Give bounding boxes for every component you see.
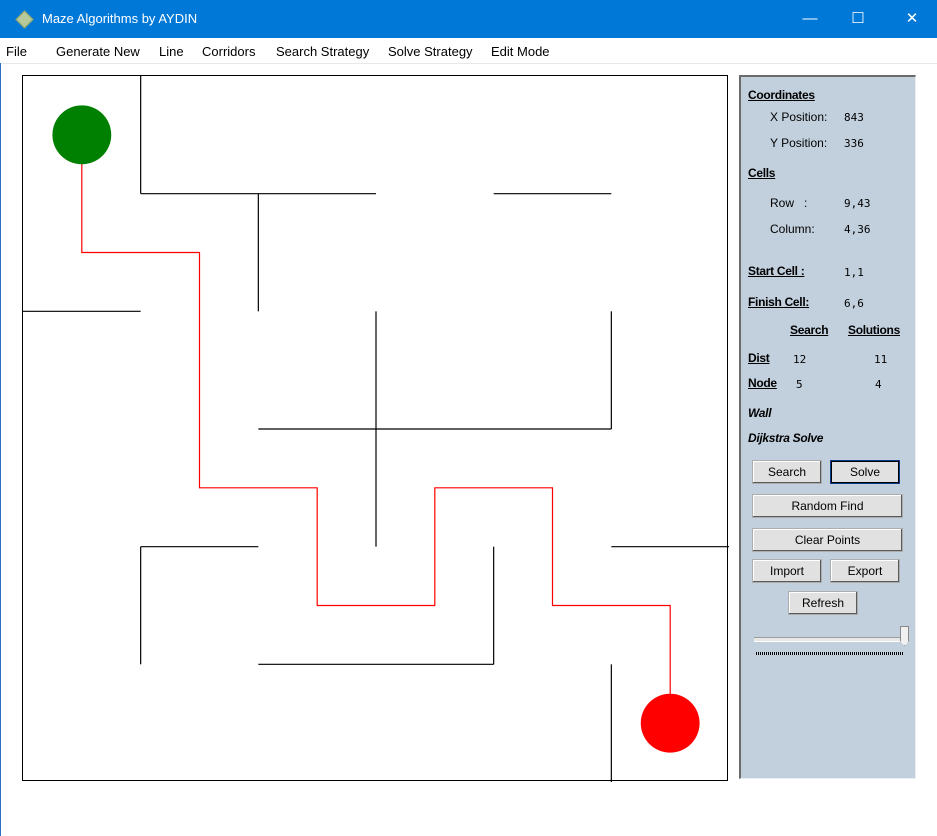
- window-title: Maze Algorithms by AYDIN: [42, 11, 198, 26]
- solutions-header: Solutions: [848, 323, 900, 337]
- menu-corridors[interactable]: Corridors: [202, 44, 255, 59]
- speed-slider-track[interactable]: [754, 637, 906, 642]
- close-button[interactable]: ✕: [889, 0, 935, 38]
- search-button[interactable]: Search: [752, 460, 822, 484]
- info-panel: Coordinates X Position: 843 Y Position: …: [739, 75, 916, 779]
- menu-bar: File Generate New Line Corridors Search …: [0, 38, 937, 64]
- search-header: Search: [790, 323, 829, 337]
- solve-strategy-text: Dijkstra Solve: [748, 431, 824, 445]
- column-label: Column:: [770, 222, 815, 236]
- x-position-label: X Position:: [770, 110, 828, 124]
- coordinates-title: Coordinates: [748, 88, 815, 102]
- maze-drawing[interactable]: [23, 76, 729, 782]
- dist-solution-value: 11: [874, 353, 888, 366]
- import-button[interactable]: Import: [752, 559, 822, 583]
- random-find-button[interactable]: Random Find: [752, 494, 903, 518]
- app-diamond-icon: [15, 10, 34, 29]
- row-value: 9,43: [844, 197, 871, 210]
- start-cell-value: 1,1: [844, 266, 864, 279]
- speed-slider-ticks: [756, 652, 904, 655]
- x-position-value: 843: [844, 111, 864, 124]
- minimize-button[interactable]: —: [787, 0, 833, 38]
- cells-title: Cells: [748, 166, 776, 180]
- export-button[interactable]: Export: [830, 559, 900, 583]
- clear-points-button[interactable]: Clear Points: [752, 528, 903, 552]
- refresh-button[interactable]: Refresh: [788, 591, 858, 615]
- finish-cell-value: 6,6: [844, 297, 864, 310]
- start-marker: [52, 105, 112, 165]
- node-solution-value: 4: [875, 378, 882, 391]
- finish-marker: [640, 693, 700, 753]
- window-left-border: [0, 63, 1, 836]
- menu-file[interactable]: File: [6, 44, 27, 59]
- row-label: Row :: [770, 196, 808, 210]
- edit-mode-text: Wall: [748, 406, 772, 420]
- column-value: 4,36: [844, 223, 871, 236]
- maximize-button[interactable]: ☐: [835, 0, 881, 38]
- menu-generate-new[interactable]: Generate New: [56, 44, 140, 59]
- node-label: Node: [748, 376, 777, 390]
- dist-search-value: 12: [793, 353, 807, 366]
- menu-line[interactable]: Line: [159, 44, 184, 59]
- speed-slider-thumb[interactable]: [900, 626, 909, 646]
- menu-edit-mode[interactable]: Edit Mode: [491, 44, 550, 59]
- menu-solve-strategy[interactable]: Solve Strategy: [388, 44, 473, 59]
- menu-search-strategy[interactable]: Search Strategy: [276, 44, 369, 59]
- node-search-value: 5: [796, 378, 803, 391]
- y-position-label: Y Position:: [770, 136, 828, 150]
- maze-canvas[interactable]: [22, 75, 729, 782]
- dist-label: Dist: [748, 351, 770, 365]
- solve-button[interactable]: Solve: [830, 460, 900, 484]
- start-cell-label: Start Cell :: [748, 264, 805, 278]
- title-bar: Maze Algorithms by AYDIN — ☐ ✕: [0, 0, 937, 38]
- finish-cell-label: Finish Cell:: [748, 295, 810, 309]
- y-position-value: 336: [844, 137, 864, 150]
